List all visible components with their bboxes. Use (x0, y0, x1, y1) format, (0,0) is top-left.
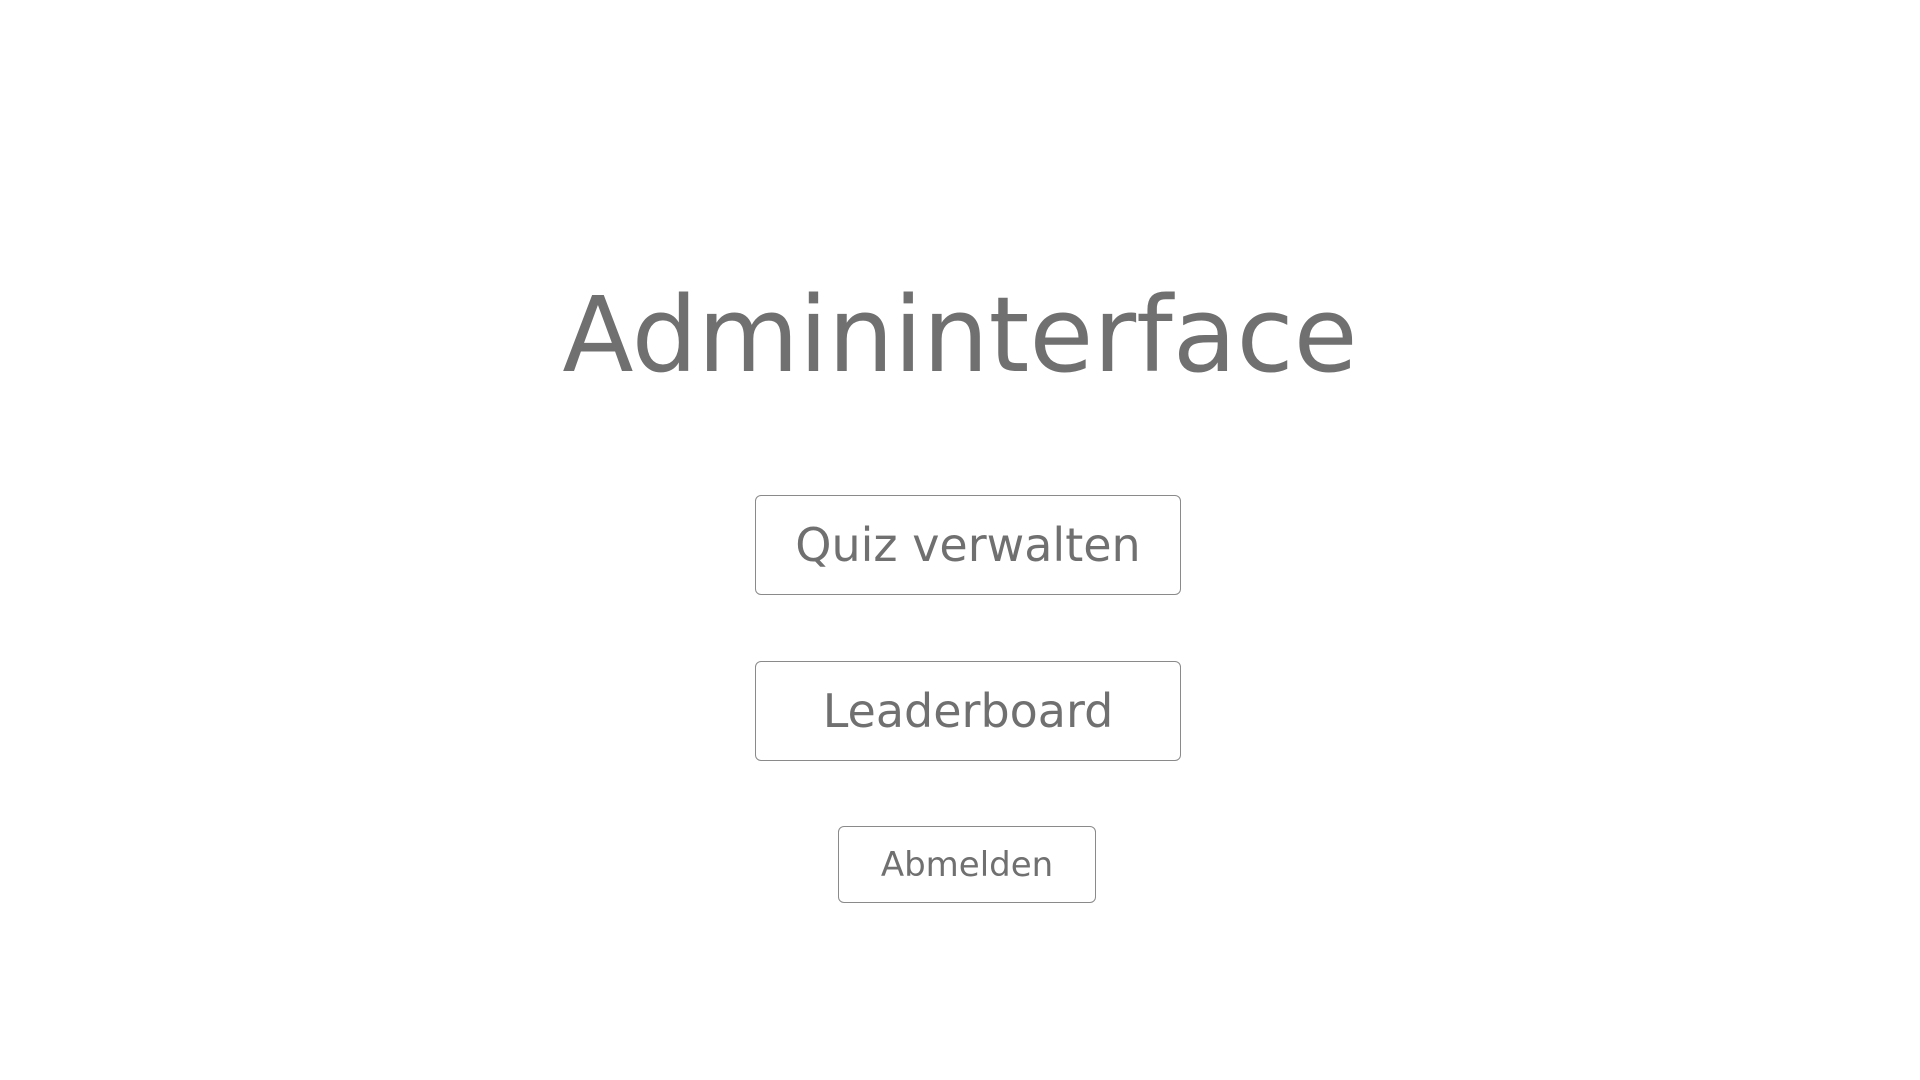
logout-button[interactable]: Abmelden (838, 826, 1096, 903)
manage-quiz-button[interactable]: Quiz verwalten (755, 495, 1181, 595)
leaderboard-button[interactable]: Leaderboard (755, 661, 1181, 761)
admin-screen: Admininterface Quiz verwalten Leaderboar… (0, 0, 1920, 1080)
page-title: Admininterface (562, 274, 1358, 396)
